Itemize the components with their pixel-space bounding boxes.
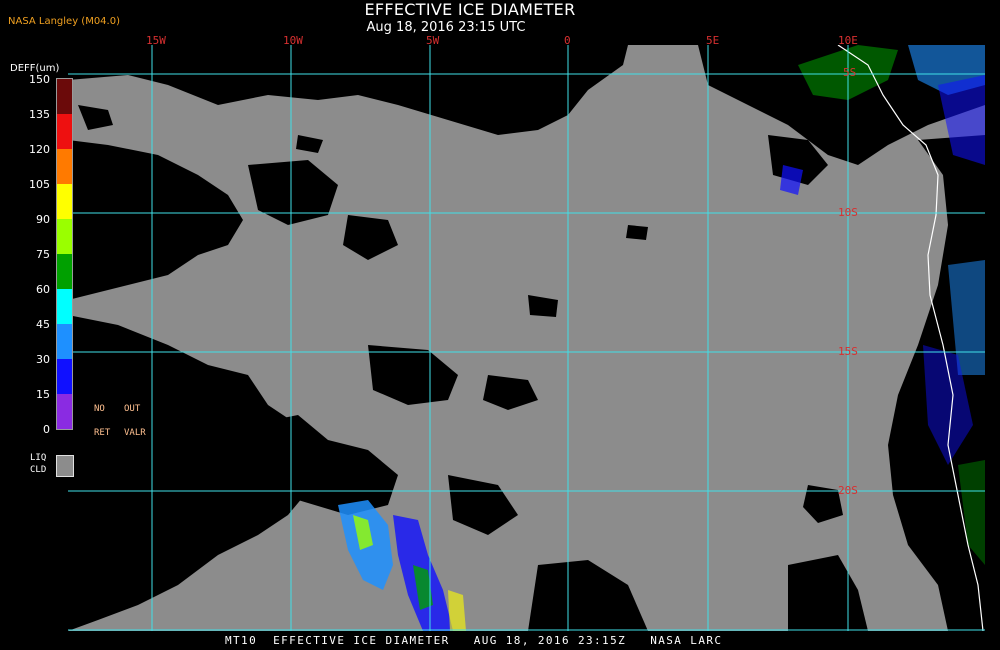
legend-tick-90: 90: [36, 213, 50, 226]
footer-caption: MT10 EFFECTIVE ICE DIAMETER AUG 18, 2016…: [225, 634, 723, 647]
map-timestamp: Aug 18, 2016 23:15 UTC: [366, 20, 526, 35]
legend-segment-105-120: [57, 149, 72, 184]
legend-segment-30-45: [57, 324, 72, 359]
legend-segment-15-30: [57, 359, 72, 394]
legend-tick-120: 120: [29, 143, 50, 156]
legend-tick-30: 30: [36, 353, 50, 366]
producer-label: NASA Langley (M04.0): [8, 16, 120, 27]
lat-label-20s: 20S: [838, 484, 858, 497]
legend-tick-75: 75: [36, 248, 50, 261]
legend-segment-0-15: [57, 394, 72, 429]
legend-tick-105: 105: [29, 178, 50, 191]
legend-tick-15: 15: [36, 388, 50, 401]
color-scale-bar: [56, 78, 73, 430]
liquid-cloud-label-line1: LIQ: [30, 453, 47, 463]
legend-segment-135-150: [57, 79, 72, 114]
liquid-cloud-swatch: [56, 455, 74, 477]
legend-segment-90-105: [57, 184, 72, 219]
no-retrieval-label-line2: RET: [94, 428, 111, 438]
legend-segment-45-60: [57, 289, 72, 324]
lat-label-10s: 10S: [838, 206, 858, 219]
legend-tick-0: 0: [43, 423, 50, 436]
legend-segment-75-90: [57, 219, 72, 254]
map-title: EFFECTIVE ICE DIAMETER: [364, 0, 576, 19]
liquid-cloud-label-line2: CLD: [30, 465, 47, 475]
legend-tick-45: 45: [36, 318, 50, 331]
lat-label-5s: 5S: [843, 66, 857, 79]
legend-tick-60: 60: [36, 283, 50, 296]
legend-tick-150: 150: [29, 73, 50, 86]
out-of-range-label-line1: OUT: [124, 404, 141, 414]
legend-segment-60-75: [57, 254, 72, 289]
no-retrieval-label-line1: NO: [94, 404, 105, 414]
legend-segment-120-135: [57, 114, 72, 149]
legend-tick-135: 135: [29, 108, 50, 121]
lat-label-15s: 15S: [838, 345, 858, 358]
map-canvas: [68, 45, 985, 631]
out-of-range-label-line2: VALR: [124, 428, 146, 438]
map-panel[interactable]: [68, 45, 985, 631]
